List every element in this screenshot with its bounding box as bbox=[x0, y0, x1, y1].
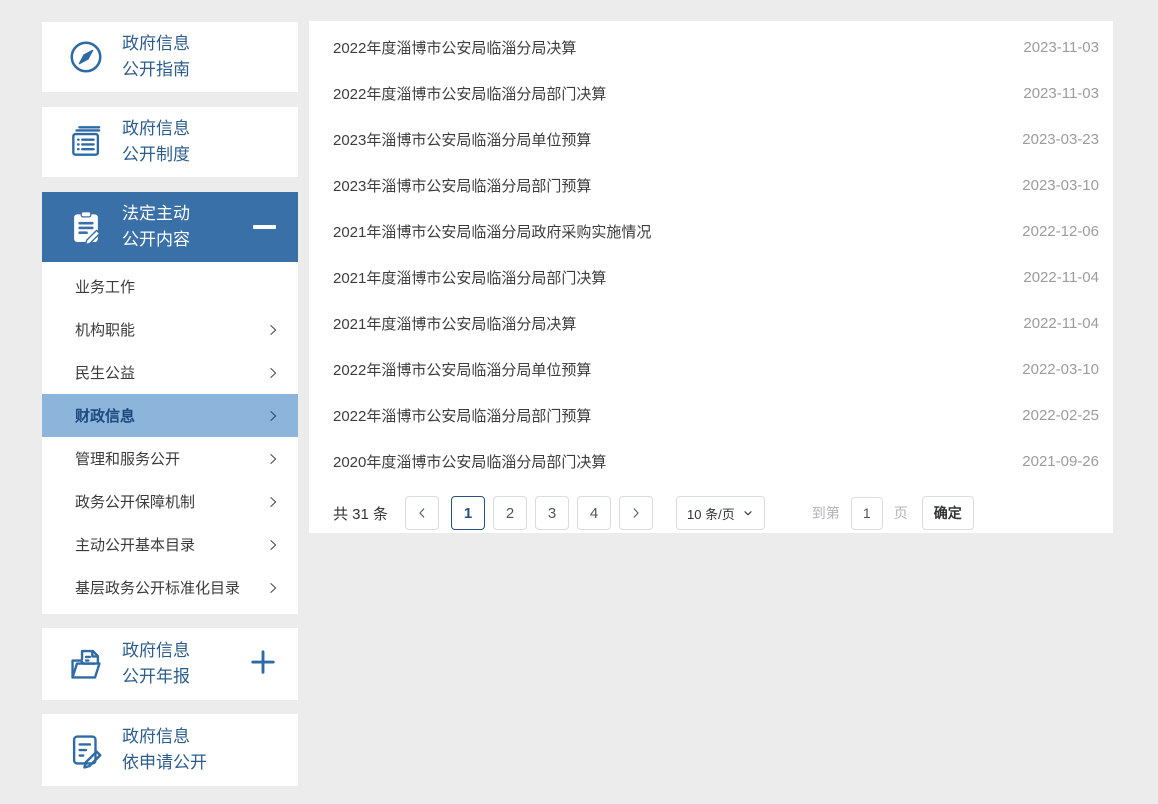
menu-item-business-work[interactable]: 业务工作 bbox=[42, 265, 298, 308]
menu-item-label: 机构职能 bbox=[75, 322, 136, 339]
document-date: 2022-02-25 bbox=[1022, 406, 1099, 424]
list-item[interactable]: 2020年度淄博市公安局临淄分局部门决算 2021-09-26 bbox=[333, 438, 1099, 484]
menu-item-label: 政务公开保障机制 bbox=[75, 494, 196, 511]
page-size-select[interactable]: 10 条/页 bbox=[676, 496, 765, 530]
page-size-label: 10 条/页 bbox=[687, 506, 735, 522]
list-item[interactable]: 2023年淄博市公安局临淄分局部门预算 2023-03-10 bbox=[333, 162, 1099, 208]
menu-item-label: 基层政务公开标准化目录 bbox=[75, 580, 241, 597]
menu-item-organization-functions[interactable]: 机构职能 bbox=[42, 308, 298, 351]
menu-item-basic-catalog[interactable]: 主动公开基本目录 bbox=[42, 523, 298, 566]
sidebar-section-label: 法定主动 公开内容 bbox=[122, 204, 190, 249]
sidebar-section-label: 政府信息 依申请公开 bbox=[122, 727, 207, 772]
goto-page-input[interactable] bbox=[850, 496, 883, 530]
sidebar-section-annual-report[interactable]: 政府信息 公开年报 bbox=[42, 628, 298, 700]
chevron-right-icon bbox=[266, 366, 280, 380]
document-date: 2023-03-10 bbox=[1022, 176, 1099, 194]
menu-item-fiscal-information[interactable]: 财政信息 bbox=[42, 394, 298, 437]
chevron-down-icon bbox=[742, 507, 754, 519]
sidebar-section-legal-group: 法定主动 公开内容 业务工作 机构职能 民生公益 财政信息 管理和服务公开 政务… bbox=[42, 192, 298, 614]
document-date: 2022-12-06 bbox=[1022, 222, 1099, 240]
page-button-4[interactable]: 4 bbox=[577, 496, 612, 530]
sidebar-section-system[interactable]: 政府信息 公开制度 bbox=[42, 107, 298, 177]
clipboard-pen-icon bbox=[67, 208, 105, 246]
compass-icon bbox=[67, 38, 105, 76]
sidebar-section-legal-disclosure[interactable]: 法定主动 公开内容 bbox=[42, 192, 298, 262]
content-panel: 2022年度淄博市公安局临淄分局决算 2023-11-03 2022年度淄博市公… bbox=[309, 21, 1113, 533]
menu-item-label: 管理和服务公开 bbox=[75, 451, 181, 468]
document-title: 2022年度淄博市公安局临淄分局部门决算 bbox=[333, 85, 607, 103]
page-button-3[interactable]: 3 bbox=[535, 496, 570, 530]
list-item[interactable]: 2022年淄博市公安局临淄分局单位预算 2022-03-10 bbox=[333, 346, 1099, 392]
submenu: 业务工作 机构职能 民生公益 财政信息 管理和服务公开 政务公开保障机制 主动公… bbox=[42, 262, 298, 614]
menu-item-label: 民生公益 bbox=[75, 365, 136, 382]
total-count: 共 31 条 bbox=[333, 505, 389, 523]
chevron-right-icon bbox=[266, 409, 280, 423]
sidebar-section-label: 政府信息 公开指南 bbox=[122, 34, 190, 79]
document-date: 2022-11-04 bbox=[1023, 314, 1099, 332]
chevron-right-icon bbox=[266, 538, 280, 552]
sidebar: 政府信息 公开指南 政府信息 公开制度 法定主动 公开内容 业务工作 机构职能 … bbox=[42, 22, 298, 801]
document-date: 2023-11-03 bbox=[1023, 38, 1099, 56]
chevron-right-icon bbox=[266, 581, 280, 595]
next-page-button[interactable] bbox=[619, 496, 654, 530]
goto-prefix-label: 到第 bbox=[811, 505, 840, 521]
document-date: 2023-03-23 bbox=[1022, 130, 1099, 148]
list-item[interactable]: 2023年淄博市公安局临淄分局单位预算 2023-03-23 bbox=[333, 116, 1099, 162]
book-icon bbox=[67, 123, 105, 161]
document-title: 2021年度淄博市公安局临淄分局决算 bbox=[333, 315, 577, 333]
goto-suffix-label: 页 bbox=[893, 505, 908, 521]
document-title: 2021年度淄博市公安局临淄分局部门决算 bbox=[333, 269, 607, 287]
list-item[interactable]: 2021年度淄博市公安局临淄分局部门决算 2022-11-04 bbox=[333, 254, 1099, 300]
chevron-right-icon bbox=[629, 506, 643, 520]
document-title: 2022年淄博市公安局临淄分局部门预算 bbox=[333, 407, 592, 425]
list-item[interactable]: 2021年淄博市公安局临淄分局政府采购实施情况 2022-12-06 bbox=[333, 208, 1099, 254]
page-button-2[interactable]: 2 bbox=[493, 496, 528, 530]
minus-icon[interactable] bbox=[253, 225, 276, 229]
menu-item-label: 业务工作 bbox=[75, 279, 136, 296]
document-title: 2023年淄博市公安局临淄分局部门预算 bbox=[333, 177, 592, 195]
list-item[interactable]: 2022年度淄博市公安局临淄分局决算 2023-11-03 bbox=[333, 24, 1099, 70]
menu-item-grassroots-catalog[interactable]: 基层政务公开标准化目录 bbox=[42, 566, 298, 609]
plus-icon[interactable] bbox=[248, 647, 278, 682]
chevron-right-icon bbox=[266, 495, 280, 509]
document-title: 2022年淄博市公安局临淄分局单位预算 bbox=[333, 361, 592, 379]
chevron-right-icon bbox=[266, 452, 280, 466]
prev-page-button[interactable] bbox=[405, 496, 440, 530]
sidebar-section-label: 政府信息 公开年报 bbox=[122, 641, 190, 686]
sidebar-section-label: 政府信息 公开制度 bbox=[122, 119, 190, 164]
document-date: 2021-09-26 bbox=[1022, 452, 1099, 470]
document-date: 2022-11-04 bbox=[1023, 268, 1099, 286]
document-title: 2021年淄博市公安局临淄分局政府采购实施情况 bbox=[333, 223, 652, 241]
goto-page-group: 到第 页 bbox=[811, 496, 908, 530]
pagination: 共 31 条 1 2 3 4 10 条/页 到第 1 页 确定 bbox=[333, 495, 1099, 531]
menu-item-public-welfare[interactable]: 民生公益 bbox=[42, 351, 298, 394]
chevron-right-icon bbox=[266, 323, 280, 337]
document-title: 2022年度淄博市公安局临淄分局决算 bbox=[333, 39, 577, 57]
document-title: 2020年度淄博市公安局临淄分局部门决算 bbox=[333, 453, 607, 471]
menu-item-guarantee-mechanism[interactable]: 政务公开保障机制 bbox=[42, 480, 298, 523]
menu-item-label: 主动公开基本目录 bbox=[75, 537, 196, 554]
chevron-left-icon bbox=[415, 506, 429, 520]
sidebar-section-request-disclosure[interactable]: 政府信息 依申请公开 bbox=[42, 714, 298, 786]
document-title: 2023年淄博市公安局临淄分局单位预算 bbox=[333, 131, 592, 149]
doc-edit-icon bbox=[67, 731, 105, 769]
list-item[interactable]: 2021年度淄博市公安局临淄分局决算 2022-11-04 bbox=[333, 300, 1099, 346]
document-date: 2023-11-03 bbox=[1023, 84, 1099, 102]
menu-item-management-service[interactable]: 管理和服务公开 bbox=[42, 437, 298, 480]
folder-icon bbox=[67, 645, 105, 683]
confirm-button[interactable]: 确定 bbox=[921, 496, 974, 530]
document-list: 2022年度淄博市公安局临淄分局决算 2023-11-03 2022年度淄博市公… bbox=[333, 24, 1099, 484]
list-item[interactable]: 2022年淄博市公安局临淄分局部门预算 2022-02-25 bbox=[333, 392, 1099, 438]
sidebar-section-guide[interactable]: 政府信息 公开指南 bbox=[42, 22, 298, 92]
menu-item-label: 财政信息 bbox=[75, 408, 136, 425]
page-button-1[interactable]: 1 bbox=[451, 496, 486, 530]
list-item[interactable]: 2022年度淄博市公安局临淄分局部门决算 2023-11-03 bbox=[333, 70, 1099, 116]
document-date: 2022-03-10 bbox=[1022, 360, 1099, 378]
